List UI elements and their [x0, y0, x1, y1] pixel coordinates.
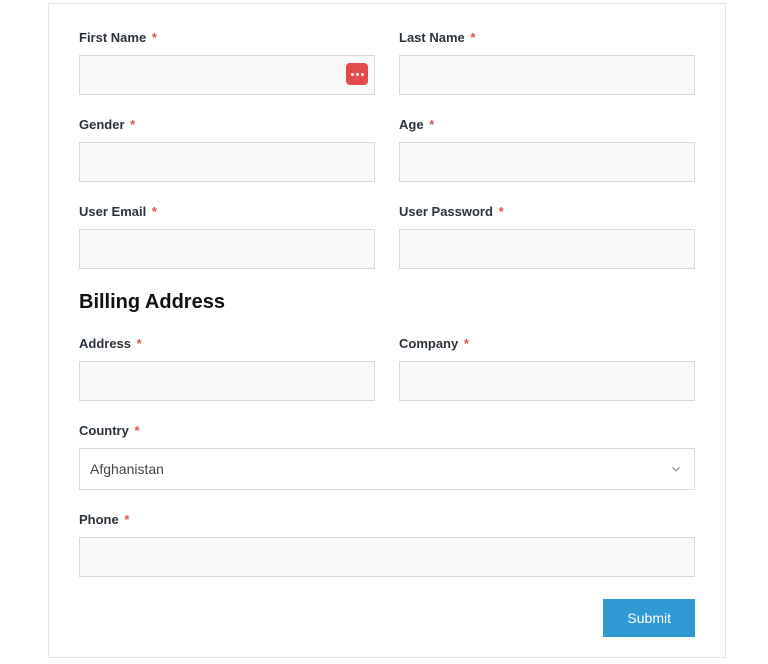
required-marker: * — [464, 336, 469, 351]
label-text: Country — [79, 423, 129, 438]
label-text: User Email — [79, 204, 146, 219]
company-label: Company * — [399, 336, 695, 351]
required-marker: * — [429, 117, 434, 132]
password-input[interactable] — [399, 229, 695, 269]
form-panel: First Name * Last Name * Gender — [48, 3, 726, 658]
age-label: Age * — [399, 117, 695, 132]
email-group: User Email * — [79, 204, 375, 269]
gender-label: Gender * — [79, 117, 375, 132]
address-group: Address * — [79, 336, 375, 401]
last-name-input[interactable] — [399, 55, 695, 95]
required-marker: * — [499, 204, 504, 219]
label-text: User Password — [399, 204, 493, 219]
first-name-label: First Name * — [79, 30, 375, 45]
email-input[interactable] — [79, 229, 375, 269]
required-marker: * — [152, 30, 157, 45]
country-select[interactable]: Afghanistan — [79, 448, 695, 490]
required-marker: * — [124, 512, 129, 527]
email-label: User Email * — [79, 204, 375, 219]
last-name-group: Last Name * — [399, 30, 695, 95]
required-marker: * — [470, 30, 475, 45]
required-marker: * — [152, 204, 157, 219]
country-value: Afghanistan — [90, 461, 164, 477]
label-text: Age — [399, 117, 424, 132]
country-group: Country * Afghanistan — [79, 423, 695, 490]
autofill-icon[interactable] — [346, 63, 368, 85]
label-text: Address — [79, 336, 131, 351]
age-input[interactable] — [399, 142, 695, 182]
phone-group: Phone * — [79, 512, 695, 577]
first-name-input[interactable] — [79, 55, 375, 95]
address-input[interactable] — [79, 361, 375, 401]
chevron-down-icon — [669, 462, 683, 476]
password-label: User Password * — [399, 204, 695, 219]
last-name-label: Last Name * — [399, 30, 695, 45]
label-text: Company — [399, 336, 458, 351]
label-text: Last Name — [399, 30, 465, 45]
label-text: Phone — [79, 512, 119, 527]
form-actions: Submit — [79, 599, 695, 637]
required-marker: * — [137, 336, 142, 351]
first-name-group: First Name * — [79, 30, 375, 95]
address-label: Address * — [79, 336, 375, 351]
label-text: Gender — [79, 117, 125, 132]
country-label: Country * — [79, 423, 695, 438]
gender-input[interactable] — [79, 142, 375, 182]
required-marker: * — [134, 423, 139, 438]
billing-section-title: Billing Address — [79, 291, 695, 314]
submit-button[interactable]: Submit — [603, 599, 695, 637]
phone-label: Phone * — [79, 512, 695, 527]
label-text: First Name — [79, 30, 146, 45]
required-marker: * — [130, 117, 135, 132]
age-group: Age * — [399, 117, 695, 182]
company-input[interactable] — [399, 361, 695, 401]
phone-input[interactable] — [79, 537, 695, 577]
password-group: User Password * — [399, 204, 695, 269]
company-group: Company * — [399, 336, 695, 401]
gender-group: Gender * — [79, 117, 375, 182]
